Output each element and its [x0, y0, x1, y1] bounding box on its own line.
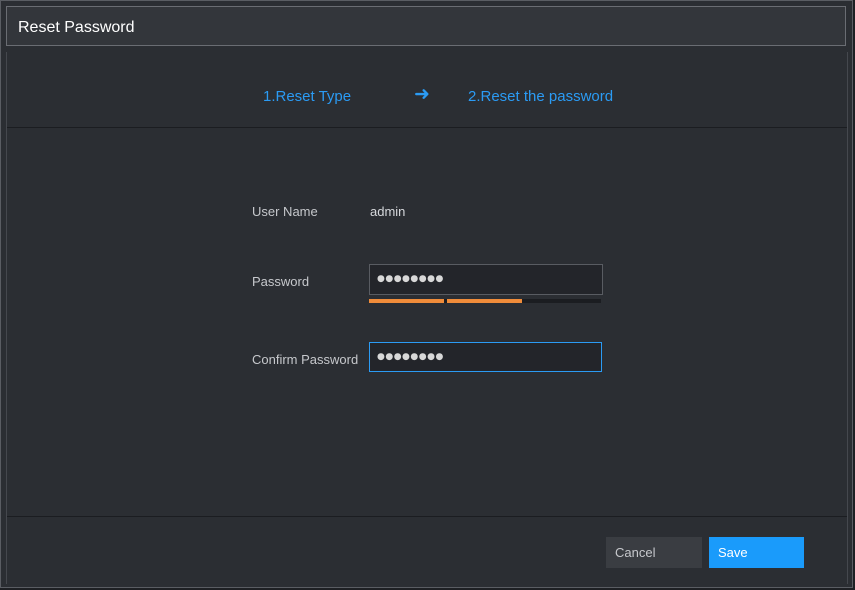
dialog-titlebar: Reset Password	[6, 6, 846, 46]
arrow-right-icon: ➜	[414, 84, 430, 105]
cancel-button[interactable]: Cancel	[606, 537, 702, 568]
strength-segment-2	[447, 299, 522, 303]
dialog-title: Reset Password	[18, 19, 135, 36]
dialog-body	[6, 52, 848, 584]
confirm-password-label: Confirm Password	[252, 352, 359, 367]
password-strength-meter	[369, 299, 601, 303]
save-button[interactable]: Save	[709, 537, 804, 568]
step-reset-type: 1.Reset Type	[263, 88, 352, 105]
step-indicator: 1.Reset Type ➜ 2.Reset the password	[7, 55, 847, 128]
strength-segment-1	[369, 299, 444, 303]
footer-divider	[7, 516, 847, 517]
strength-segment-3	[525, 299, 600, 303]
username-value: admin	[370, 204, 406, 219]
password-input[interactable]: ●●●●●●●●	[369, 264, 603, 295]
username-label: User Name	[252, 204, 318, 219]
confirm-password-input[interactable]: ●●●●●●●●	[369, 342, 602, 372]
password-label: Password	[252, 274, 310, 289]
step-reset-password: 2.Reset the password	[468, 88, 614, 105]
